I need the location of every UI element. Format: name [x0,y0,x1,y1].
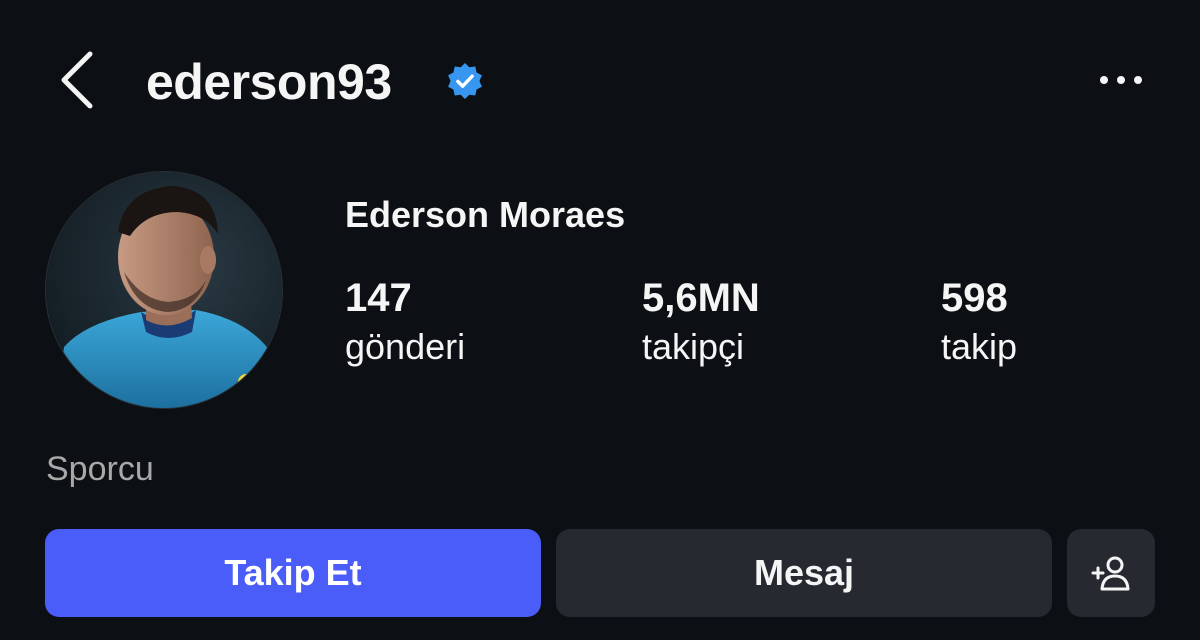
stat-posts-count: 147 [345,276,412,320]
stat-following[interactable]: 598 takip [941,275,1017,369]
stat-followers[interactable]: 5,6MN takipçi [642,275,760,369]
stat-followers-label: takipçi [642,326,745,367]
more-horizontal-icon [1100,76,1142,84]
stat-following-label: takip [941,326,1018,367]
stat-posts-label: gönderi [345,326,466,367]
profile-avatar[interactable] [45,171,283,409]
verified-badge-icon [448,62,482,100]
profile-full-name: Ederson Moraes [345,194,626,235]
back-button[interactable] [52,48,108,112]
stat-following-count: 598 [941,276,1008,320]
more-options-button[interactable] [1092,62,1152,98]
message-button[interactable]: Mesaj [556,529,1052,617]
add-person-icon [1091,556,1130,591]
suggested-accounts-button[interactable] [1067,529,1155,617]
follow-button[interactable]: Takip Et [45,529,541,617]
stat-followers-count: 5,6MN [642,276,760,320]
profile-category: Sporcu [46,450,154,488]
avatar-photo [46,172,282,408]
profile-username: ederson93 [146,54,392,110]
chevron-left-icon [61,51,93,109]
stat-posts[interactable]: 147 gönderi [345,275,465,369]
